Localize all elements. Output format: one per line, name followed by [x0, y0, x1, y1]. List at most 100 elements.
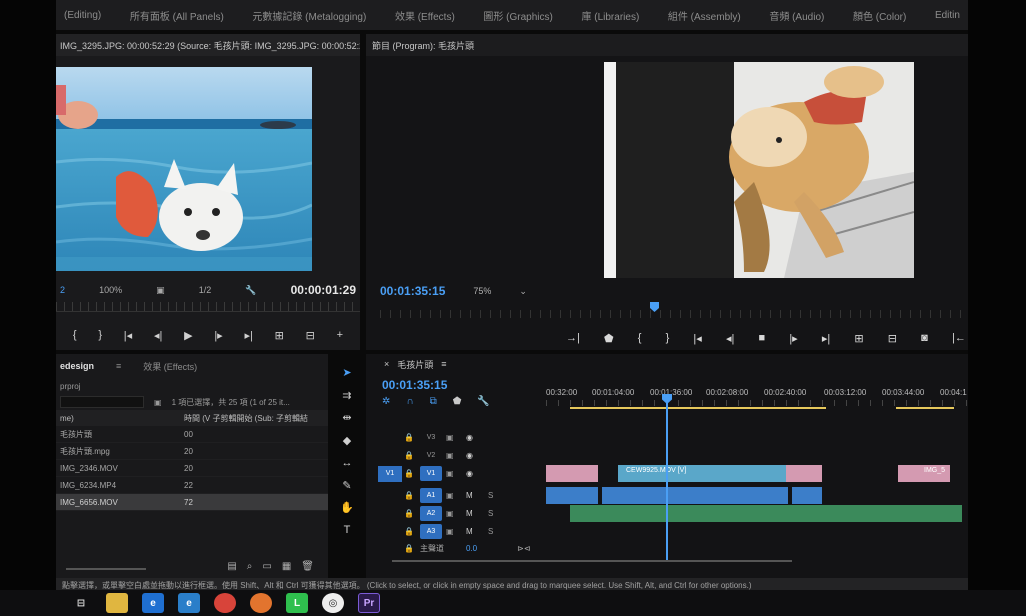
- mark-out-icon[interactable]: }: [666, 332, 670, 344]
- sync-lock-icon[interactable]: ▣: [446, 451, 454, 460]
- lock-icon[interactable]: 🔒: [404, 491, 414, 500]
- source-time-ruler[interactable]: [56, 302, 360, 312]
- add-button-icon[interactable]: +: [337, 329, 343, 341]
- sync-lock-icon[interactable]: ▣: [446, 491, 454, 500]
- stop-icon[interactable]: ■: [759, 332, 766, 344]
- list-item[interactable]: 毛孩片頭 00: [56, 426, 328, 443]
- workspace-tab-graphics[interactable]: 圖形 (Graphics): [483, 8, 552, 23]
- tab-media-browser-icon[interactable]: ≡: [116, 361, 121, 371]
- track-select-icon[interactable]: ⇉: [342, 389, 351, 402]
- linked-selection-icon[interactable]: ⧉: [430, 396, 437, 407]
- go-to-in-icon[interactable]: |◂: [124, 329, 132, 342]
- sync-lock-icon[interactable]: ▣: [446, 527, 454, 536]
- step-forward-icon[interactable]: |▸: [214, 329, 222, 342]
- source-fraction-select[interactable]: 1/2: [199, 285, 212, 295]
- timeline-settings-icon[interactable]: 🔧: [477, 396, 489, 407]
- video-clip[interactable]: [786, 465, 822, 482]
- track-name[interactable]: A3: [420, 524, 442, 539]
- insert-icon[interactable]: ⊞: [275, 329, 284, 342]
- lift-icon[interactable]: ⊞: [854, 332, 863, 345]
- lock-icon[interactable]: 🔒: [404, 451, 414, 460]
- work-area-bar-2[interactable]: [896, 407, 954, 409]
- track-name[interactable]: A1: [420, 488, 442, 503]
- lock-icon[interactable]: 🔒: [404, 469, 414, 478]
- file-explorer-icon[interactable]: [106, 593, 128, 613]
- eye-icon[interactable]: ◉: [466, 433, 473, 442]
- tab-effects[interactable]: 效果 (Effects): [143, 360, 197, 373]
- go-to-in-icon[interactable]: |◂: [693, 332, 701, 345]
- workspace-tab-libraries[interactable]: 庫 (Libraries): [581, 8, 639, 23]
- source-video-frame[interactable]: [56, 67, 312, 271]
- razor-icon[interactable]: ◆: [343, 434, 351, 447]
- track-name[interactable]: V1: [420, 466, 442, 481]
- source-zoom-select[interactable]: 100%: [99, 285, 122, 295]
- sync-lock-icon[interactable]: ▣: [446, 509, 454, 518]
- task-view-icon[interactable]: ⊟: [70, 593, 92, 613]
- work-area-bar[interactable]: [570, 407, 826, 409]
- selection-tool-icon[interactable]: ➤: [342, 366, 351, 379]
- overwrite-icon[interactable]: ⊟: [306, 329, 315, 342]
- obs-icon[interactable]: ◎: [322, 593, 344, 613]
- list-item[interactable]: IMG_6234.MP4 22: [56, 477, 328, 494]
- mute-button[interactable]: M: [466, 509, 473, 518]
- step-back-icon[interactable]: ◂|: [726, 332, 734, 345]
- track-name[interactable]: V2: [420, 448, 442, 463]
- settings-icon[interactable]: ▣: [156, 285, 165, 296]
- lock-icon[interactable]: 🔒: [404, 433, 414, 442]
- audio-clip[interactable]: [792, 487, 822, 504]
- col-media-start[interactable]: 時間 (V 子剪輯開始 (Sub: 子剪輯結: [184, 413, 324, 424]
- workspace-tab-audio[interactable]: 音頻 (Audio): [769, 8, 824, 23]
- snap-icon[interactable]: ∩: [406, 396, 413, 407]
- source-timecode[interactable]: 00:00:01:29: [291, 283, 356, 297]
- solo-button[interactable]: S: [488, 509, 493, 518]
- automate-icon[interactable]: ▤: [227, 561, 236, 572]
- list-item-selected[interactable]: IMG_6656.MOV 72: [56, 494, 328, 511]
- marker-icon[interactable]: ⬟: [604, 332, 614, 345]
- trash-icon[interactable]: 🗑: [301, 561, 314, 572]
- workspace-tab-metalogging[interactable]: 元數據記錄 (Metalogging): [252, 8, 366, 23]
- chevron-down-icon[interactable]: ⌄: [519, 286, 527, 297]
- video-clip[interactable]: [546, 465, 598, 482]
- track-name[interactable]: V3: [420, 430, 442, 445]
- add-marker-icon[interactable]: ⬟: [453, 396, 462, 407]
- solo-button[interactable]: S: [488, 527, 493, 536]
- premiere-pro-icon[interactable]: Pr: [358, 593, 380, 613]
- pen-tool-icon[interactable]: ✎: [342, 479, 351, 492]
- workspace-tab-color[interactable]: 顏色 (Color): [853, 8, 906, 23]
- video-clip[interactable]: IMG_5: [898, 465, 950, 482]
- firefox-icon[interactable]: [250, 593, 272, 613]
- eye-icon[interactable]: ◉: [466, 469, 473, 478]
- program-zoom-select[interactable]: 75%: [473, 286, 491, 296]
- program-video-frame[interactable]: [604, 62, 914, 278]
- play-icon[interactable]: ▶: [184, 329, 192, 342]
- lock-icon[interactable]: 🔒: [404, 544, 414, 553]
- mark-in-icon[interactable]: {: [73, 329, 77, 341]
- workspace-tab-effects[interactable]: 效果 (Effects): [395, 8, 455, 23]
- audio-clip-music[interactable]: [570, 505, 962, 522]
- end-marker-icon[interactable]: ⊳⊲: [517, 544, 530, 553]
- nest-icon[interactable]: ✲: [382, 396, 390, 407]
- mute-button[interactable]: M: [466, 527, 473, 536]
- mark-out-icon[interactable]: }: [98, 329, 102, 341]
- panel-menu-icon[interactable]: ≡: [441, 359, 446, 369]
- timeline-timecode[interactable]: 00:01:35:15: [382, 378, 447, 392]
- source-patch-v1[interactable]: V1: [378, 465, 402, 482]
- step-forward-icon[interactable]: |▸: [789, 332, 797, 345]
- mark-in-icon[interactable]: {: [638, 332, 642, 344]
- ie-icon[interactable]: e: [178, 593, 200, 613]
- sync-lock-icon[interactable]: ▣: [446, 469, 454, 478]
- solo-button[interactable]: S: [488, 491, 493, 500]
- master-volume-value[interactable]: 0.0: [466, 544, 477, 553]
- find-icon[interactable]: ⌕: [247, 561, 253, 572]
- program-time-ruler[interactable]: [380, 310, 966, 318]
- workspace-tab-editing-2[interactable]: Editin: [935, 10, 960, 21]
- type-tool-icon[interactable]: T: [344, 524, 351, 536]
- program-monitor-tab[interactable]: 節目 (Program): 毛孩片頭: [366, 34, 968, 56]
- edge-icon[interactable]: e: [142, 593, 164, 613]
- video-clip[interactable]: CEW9925.MOV [V]: [618, 465, 786, 482]
- list-item[interactable]: IMG_2346.MOV 20: [56, 460, 328, 477]
- close-icon[interactable]: ×: [384, 359, 389, 369]
- go-to-out-icon[interactable]: ▸|: [244, 329, 252, 342]
- lock-icon[interactable]: 🔒: [404, 509, 414, 518]
- new-bin-icon[interactable]: ▣: [154, 398, 162, 407]
